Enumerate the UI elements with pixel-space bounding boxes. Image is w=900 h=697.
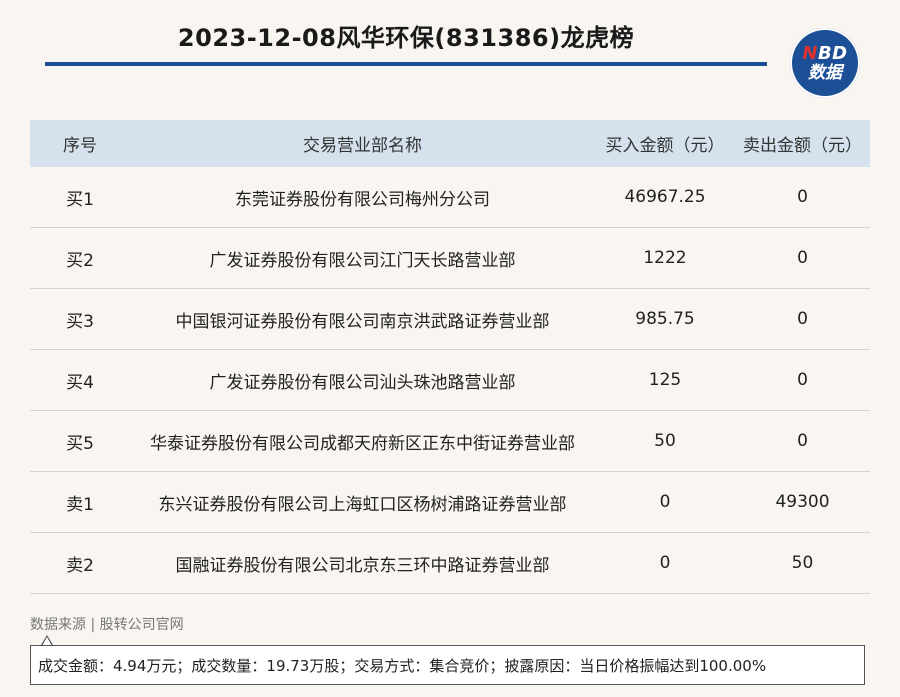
nbd-logo: NBD 数据 — [790, 28, 860, 98]
dragon-tiger-table: 序号 交易营业部名称 买入金额（元） 卖出金额（元） 买1 东莞证券股份有限公司… — [30, 120, 870, 594]
row-sell-amount: 0 — [797, 187, 808, 207]
row-buy-amount: 50 — [654, 431, 676, 451]
row-branch-name: 广发证券股份有限公司江门天长路营业部 — [209, 250, 516, 271]
row-branch-name: 国融证券股份有限公司北京东三环中路证券营业部 — [175, 555, 550, 576]
row-seq: 买4 — [66, 372, 94, 393]
table-row: 买4 广发证券股份有限公司汕头珠池路营业部 125 0 — [30, 350, 870, 411]
table-row: 买5 华泰证券股份有限公司成都天府新区正东中街证券营业部 50 0 — [30, 411, 870, 472]
row-buy-amount: 985.75 — [635, 309, 695, 329]
table-row: 卖2 国融证券股份有限公司北京东三环中路证券营业部 0 50 — [30, 533, 870, 594]
table-row: 买1 东莞证券股份有限公司梅州分公司 46967.25 0 — [30, 167, 870, 228]
row-seq: 买1 — [66, 189, 94, 210]
row-branch-name: 华泰证券股份有限公司成都天府新区正东中街证券营业部 — [150, 433, 575, 454]
table-row: 买3 中国银河证券股份有限公司南京洪武路证券营业部 985.75 0 — [30, 289, 870, 350]
row-sell-amount: 0 — [797, 370, 808, 390]
row-buy-amount: 0 — [659, 553, 671, 573]
table-row: 卖1 东兴证券股份有限公司上海虹口区杨树浦路证券营业部 0 49300 — [30, 472, 870, 533]
row-sell-amount: 0 — [797, 431, 808, 451]
row-seq: 卖2 — [66, 555, 94, 576]
row-buy-amount: 46967.25 — [624, 187, 706, 207]
row-sell-amount: 50 — [791, 553, 814, 573]
row-seq: 买3 — [66, 311, 94, 332]
row-branch-name: 东莞证券股份有限公司梅州分公司 — [235, 189, 490, 210]
col-header-seq: 序号 — [63, 136, 97, 156]
logo-letters-bd: BD — [817, 42, 848, 64]
page-title: 2023-12-08风华环保(831386)龙虎榜 — [177, 24, 635, 52]
trade-summary-note: 成交金额：4.94万元；成交数量：19.73万股；交易方式：集合竞价；披露原因：… — [30, 645, 865, 685]
row-branch-name: 广发证券股份有限公司汕头珠池路营业部 — [209, 372, 516, 393]
row-branch-name: 东兴证券股份有限公司上海虹口区杨树浦路证券营业部 — [158, 494, 567, 515]
row-sell-amount: 0 — [797, 248, 808, 268]
logo-letter-n: N — [802, 42, 818, 64]
logo-text-bottom: 数据 — [808, 62, 842, 83]
row-seq: 买2 — [66, 250, 94, 271]
col-header-name: 交易营业部名称 — [303, 136, 422, 156]
row-sell-amount: 49300 — [775, 492, 830, 512]
data-source: 数据来源 | 股转公司官网 — [30, 617, 184, 633]
col-header-buy: 买入金额（元） — [605, 136, 725, 156]
row-branch-name: 中国银河证券股份有限公司南京洪武路证券营业部 — [175, 311, 550, 332]
title-underline — [45, 62, 767, 66]
row-seq: 买5 — [66, 433, 94, 454]
table-row: 买2 广发证券股份有限公司江门天长路营业部 1222 0 — [30, 228, 870, 289]
row-seq: 卖1 — [66, 494, 94, 515]
row-buy-amount: 0 — [659, 492, 671, 512]
row-buy-amount: 1222 — [643, 248, 687, 268]
row-sell-amount: 0 — [797, 309, 808, 329]
col-header-sell: 卖出金额（元） — [743, 136, 862, 156]
row-buy-amount: 125 — [648, 370, 682, 390]
table-header: 序号 交易营业部名称 买入金额（元） 卖出金额（元） — [30, 120, 870, 167]
logo-text-top: NBD — [802, 42, 848, 64]
